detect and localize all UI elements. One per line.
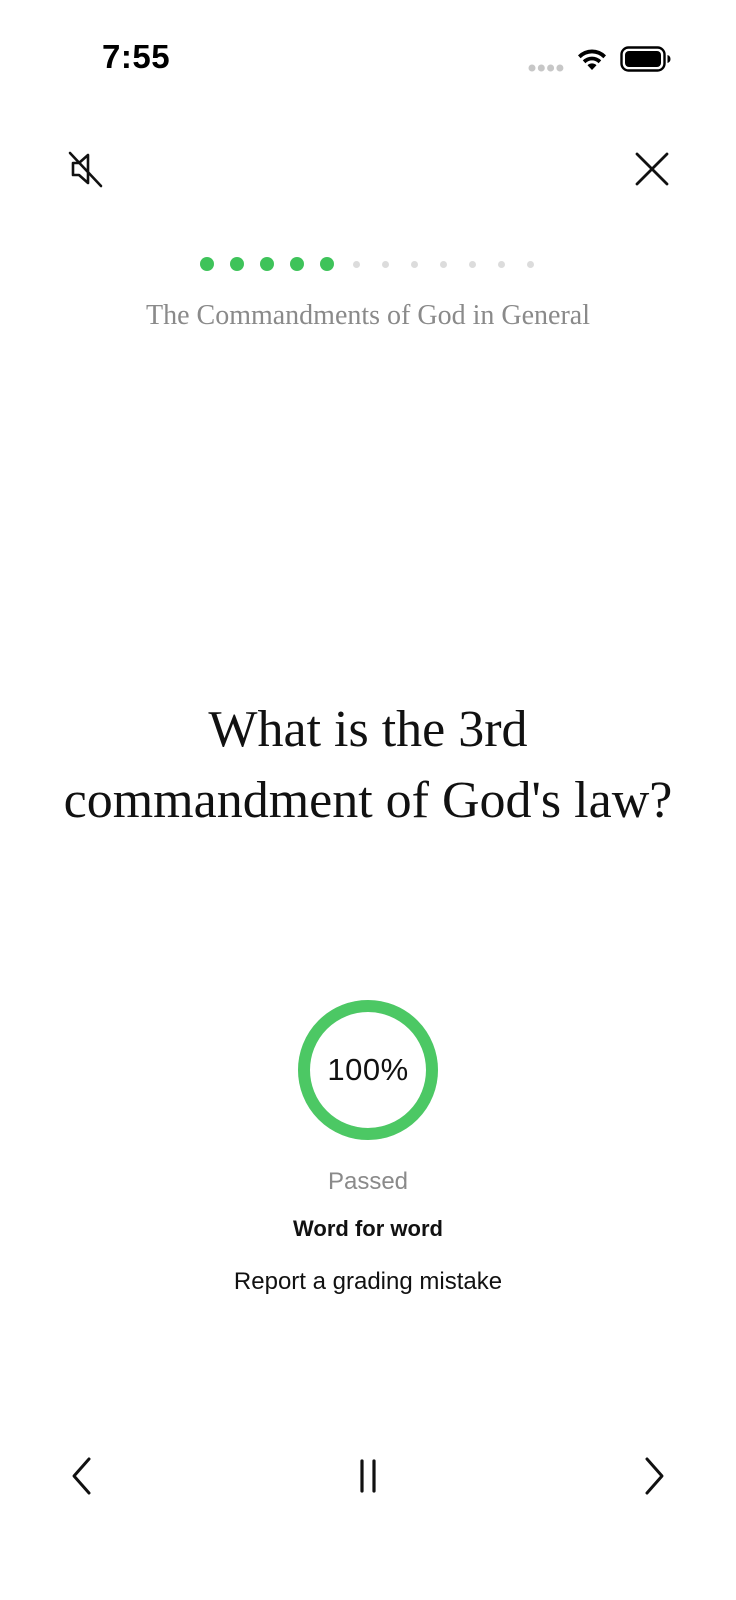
wifi-icon bbox=[578, 49, 606, 70]
close-button[interactable] bbox=[624, 141, 680, 197]
report-mistake-row: Report a grading mistake bbox=[0, 1268, 736, 1296]
progress-dot-pending bbox=[410, 260, 418, 268]
progress-dot-pending bbox=[439, 260, 447, 268]
chevron-right-icon bbox=[645, 1457, 664, 1495]
pause-button[interactable] bbox=[338, 1446, 398, 1506]
previous-button[interactable] bbox=[52, 1446, 112, 1506]
pause-icon bbox=[360, 1459, 376, 1493]
status-bar: 7:55 bbox=[0, 0, 736, 120]
chevron-left-icon bbox=[72, 1457, 91, 1495]
progress-dot-pending bbox=[381, 260, 389, 268]
mute-button[interactable] bbox=[57, 141, 113, 197]
close-icon bbox=[635, 152, 669, 186]
signal-icon bbox=[528, 64, 564, 72]
next-button[interactable] bbox=[624, 1446, 684, 1506]
progress-dot-complete bbox=[229, 257, 244, 271]
section-title: The Commandments of God in General bbox=[145, 300, 590, 331]
progress-dot-pending bbox=[468, 260, 476, 268]
speaker-muted-icon bbox=[68, 151, 103, 188]
score-value: 100% bbox=[327, 1052, 409, 1087]
status-time: 7:55 bbox=[102, 38, 171, 75]
battery-icon bbox=[620, 46, 671, 72]
progress-dot-complete bbox=[199, 257, 214, 271]
grading-mode: Word for word bbox=[293, 1216, 443, 1241]
result-status: Passed bbox=[327, 1168, 409, 1195]
question-text: What is the 3rd commandment of God's law… bbox=[63, 701, 673, 829]
report-mistake-link[interactable]: Report a grading mistake bbox=[234, 1268, 502, 1295]
progress-dot-complete bbox=[319, 257, 334, 271]
progress-dot-complete bbox=[259, 257, 274, 271]
progress-dot-pending bbox=[526, 260, 534, 268]
progress-indicator bbox=[0, 252, 736, 276]
progress-dot-complete bbox=[289, 257, 304, 271]
progress-dot-pending bbox=[352, 260, 360, 268]
progress-dot-pending bbox=[497, 260, 505, 268]
